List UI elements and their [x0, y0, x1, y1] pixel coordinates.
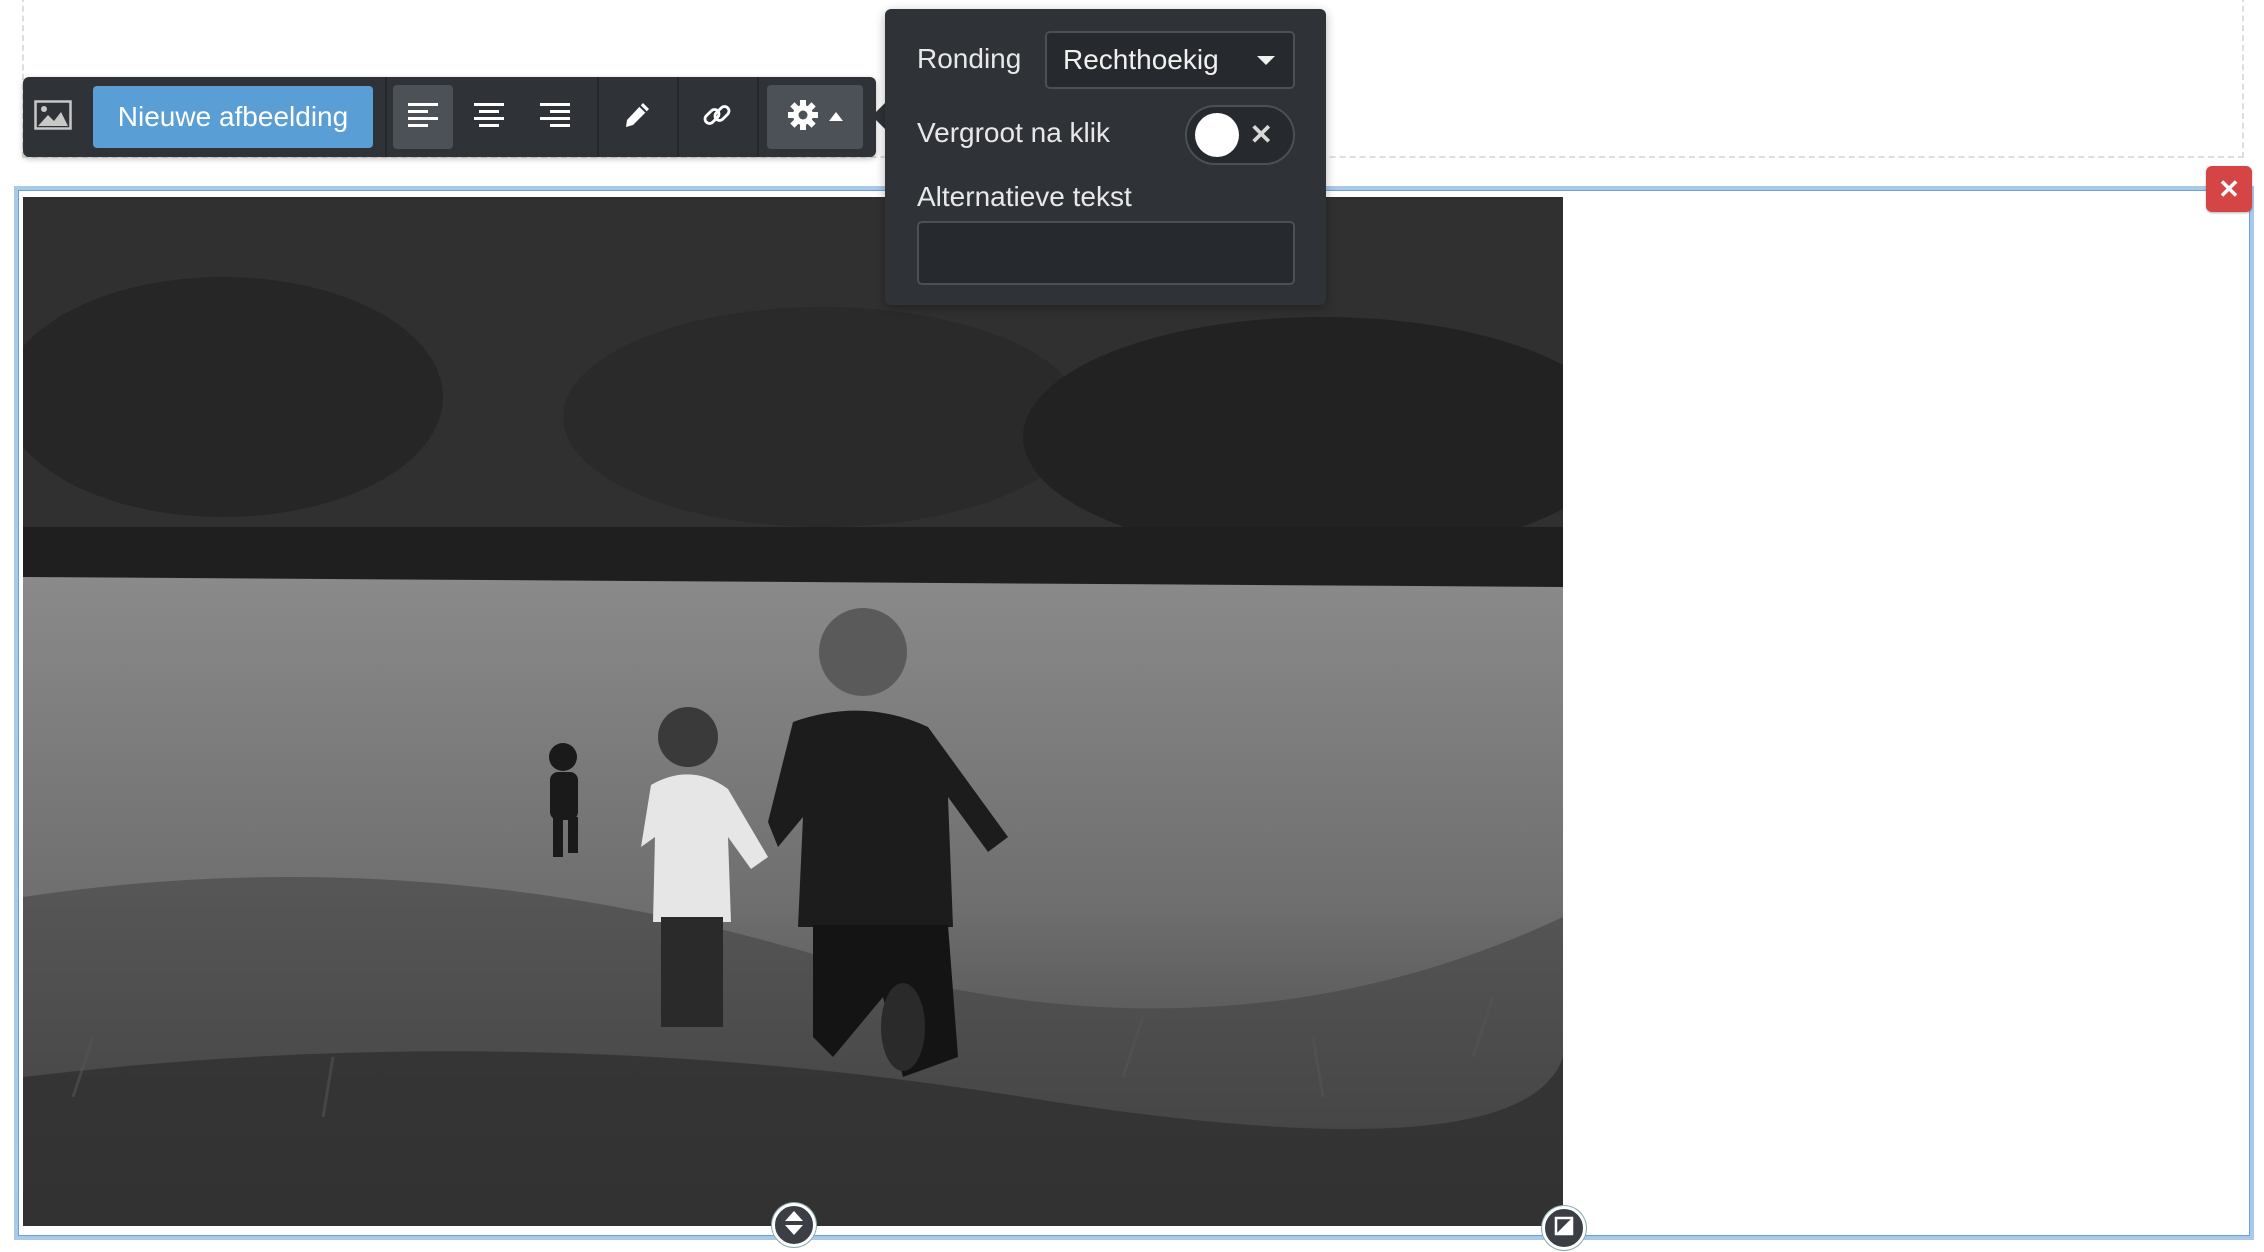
- toggle-knob: [1195, 113, 1239, 157]
- align-right-icon: [540, 102, 570, 132]
- rounding-select[interactable]: Rechthoekig: [1045, 31, 1295, 89]
- toolbar-divider: [677, 77, 679, 157]
- resize-corner-handle[interactable]: [1542, 1206, 1586, 1250]
- alt-text-label: Alternatieve tekst: [917, 181, 1132, 212]
- align-left-button[interactable]: [393, 85, 453, 149]
- image-settings-button[interactable]: [29, 85, 77, 149]
- toggle-off-icon: ✕: [1249, 119, 1273, 150]
- chevron-down-icon: [1257, 56, 1275, 65]
- diagonal-resize-icon: [1554, 1216, 1574, 1241]
- new-image-button[interactable]: Nieuwe afbeelding: [93, 86, 373, 148]
- enlarge-on-click-label: Vergroot na klik: [917, 117, 1110, 148]
- caret-up-icon: [829, 108, 843, 126]
- align-left-icon: [408, 102, 438, 132]
- align-center-button[interactable]: [459, 85, 519, 149]
- toolbar-divider: [597, 77, 599, 157]
- rounding-select-value: Rechthoekig: [1063, 44, 1219, 75]
- toolbar-divider: [757, 77, 759, 157]
- up-down-arrows-icon: [783, 1210, 805, 1241]
- alt-text-input[interactable]: [917, 221, 1295, 285]
- photo-image: [23, 197, 1563, 1226]
- delete-image-button[interactable]: ✕: [2206, 166, 2252, 212]
- settings-popover: Ronding Rechthoekig Vergroot na klik ✕ A…: [885, 9, 1326, 305]
- gear-icon: [787, 99, 819, 136]
- align-right-button[interactable]: [525, 85, 585, 149]
- link-button[interactable]: [687, 85, 747, 149]
- settings-dropdown-button[interactable]: [767, 85, 863, 149]
- image-toolbar: Nieuwe afbeelding: [23, 77, 876, 157]
- enlarge-on-click-toggle[interactable]: ✕: [1185, 105, 1295, 165]
- pencil-icon: [623, 101, 651, 134]
- align-center-icon: [474, 102, 504, 132]
- toolbar-divider: [385, 77, 387, 157]
- close-icon: ✕: [2218, 173, 2240, 204]
- resize-height-handle[interactable]: [772, 1203, 816, 1247]
- rounding-label: Ronding: [917, 43, 1022, 74]
- link-icon: [701, 99, 733, 136]
- image-icon: [34, 99, 72, 135]
- edit-image-button[interactable]: [607, 85, 667, 149]
- popover-arrow: [872, 102, 886, 130]
